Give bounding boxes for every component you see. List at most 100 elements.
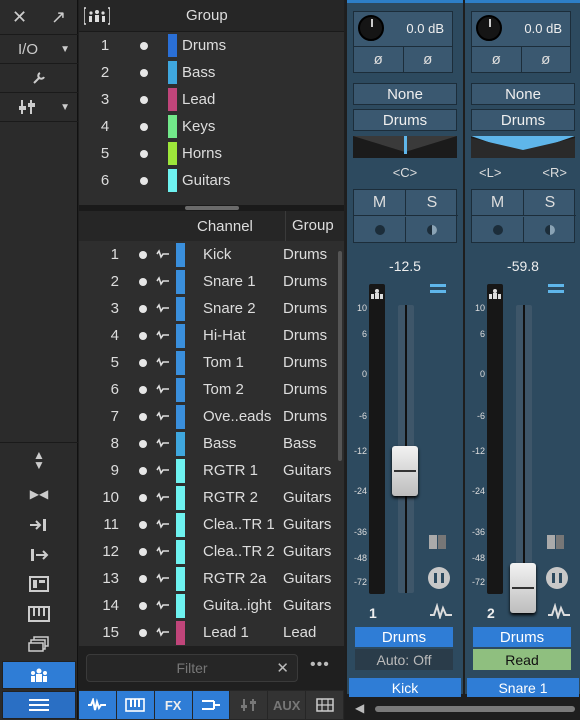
- solo-button[interactable]: S: [524, 190, 576, 216]
- channel-row[interactable]: 1 Kick Drums: [79, 241, 344, 268]
- monitor-icon[interactable]: [156, 382, 170, 397]
- group-row[interactable]: 1 Drums: [79, 32, 344, 59]
- monitor-icon[interactable]: [156, 274, 170, 289]
- expand-collapse-icon[interactable]: ▲ ▼: [0, 446, 78, 474]
- automation-mode-button[interactable]: Auto: Off: [355, 649, 453, 670]
- phase-invert-left-button[interactable]: ø: [472, 47, 521, 72]
- visibility-dot-icon[interactable]: [139, 520, 147, 529]
- automation-mode-button[interactable]: Read: [473, 649, 571, 670]
- fader-mode-icon[interactable]: [548, 283, 564, 295]
- waveform-icon[interactable]: [429, 603, 453, 619]
- visibility-dot-icon[interactable]: [139, 601, 147, 610]
- fader-mode-icon[interactable]: [430, 283, 446, 295]
- group-row[interactable]: 3 Lead: [79, 86, 344, 113]
- group-row[interactable]: 6 Guitars: [79, 167, 344, 194]
- fx-button[interactable]: FX: [154, 691, 192, 719]
- input-selector[interactable]: None: [471, 83, 575, 105]
- monitor-icon[interactable]: [156, 328, 170, 343]
- volume-fader[interactable]: [510, 562, 536, 613]
- monitor-toggle-icon[interactable]: [406, 217, 458, 243]
- collapse-horizontal-icon[interactable]: ▶◀: [0, 480, 78, 508]
- group-row[interactable]: 2 Bass: [79, 59, 344, 86]
- record-arm-icon[interactable]: [354, 217, 406, 243]
- visibility-dot-icon[interactable]: [140, 68, 148, 77]
- waveform-icon[interactable]: [547, 603, 571, 619]
- visibility-dot-icon[interactable]: [140, 95, 148, 104]
- pan-mode-icon[interactable]: [427, 566, 451, 590]
- more-options-button[interactable]: •••: [310, 656, 330, 674]
- input-mode-icon[interactable]: [547, 534, 565, 550]
- waveform-button[interactable]: [79, 691, 116, 719]
- visibility-dot-icon[interactable]: [139, 385, 147, 394]
- group-list-icon[interactable]: [79, 6, 115, 25]
- channel-row[interactable]: 7 Ove..eads Drums: [79, 403, 344, 430]
- channel-column-title[interactable]: Channel: [197, 218, 285, 235]
- close-icon[interactable]: ✕: [0, 2, 39, 32]
- monitor-icon[interactable]: [156, 301, 170, 316]
- monitor-icon[interactable]: [156, 463, 170, 478]
- scroll-left-icon[interactable]: ◀: [355, 701, 364, 715]
- visibility-dot-icon[interactable]: [140, 122, 148, 131]
- visibility-dot-icon[interactable]: [140, 149, 148, 158]
- visibility-dot-icon[interactable]: [139, 358, 147, 367]
- grid-button[interactable]: [306, 691, 344, 719]
- monitor-icon[interactable]: [156, 247, 170, 262]
- record-arm-icon[interactable]: [472, 217, 524, 243]
- monitor-icon[interactable]: [156, 598, 170, 613]
- input-selector[interactable]: None: [353, 83, 457, 105]
- splitter-grip[interactable]: [185, 206, 239, 210]
- visibility-dot-icon[interactable]: [139, 304, 147, 313]
- input-mode-icon[interactable]: [429, 534, 447, 550]
- visibility-dot-icon[interactable]: [140, 41, 148, 50]
- phase-invert-left-button[interactable]: ø: [354, 47, 403, 72]
- monitor-icon[interactable]: [156, 436, 170, 451]
- channel-row[interactable]: 4 Hi-Hat Drums: [79, 322, 344, 349]
- visibility-dot-icon[interactable]: [139, 493, 147, 502]
- gain-knob[interactable]: [476, 15, 502, 41]
- panel-icon[interactable]: [0, 570, 78, 598]
- channel-name-label[interactable]: Snare 1: [467, 678, 579, 697]
- channel-row[interactable]: 6 Tom 2 Drums: [79, 376, 344, 403]
- channel-row[interactable]: 11 Clea..TR 1 Guitars: [79, 511, 344, 538]
- channel-row[interactable]: 14 Guita..ight Guitars: [79, 592, 344, 619]
- monitor-icon[interactable]: [156, 544, 170, 559]
- channel-row[interactable]: 8 Bass Bass: [79, 430, 344, 457]
- visibility-dot-icon[interactable]: [139, 277, 147, 286]
- output-selector[interactable]: Drums: [353, 109, 457, 131]
- channel-row[interactable]: 3 Snare 2 Drums: [79, 295, 344, 322]
- monitor-icon[interactable]: [156, 571, 170, 586]
- visibility-dot-icon[interactable]: [139, 466, 147, 475]
- monitor-toggle-icon[interactable]: [524, 217, 576, 243]
- group-badge[interactable]: Drums: [473, 627, 571, 647]
- input-output-button[interactable]: [192, 691, 230, 719]
- visibility-dot-icon[interactable]: [139, 331, 147, 340]
- channel-row[interactable]: 2 Snare 1 Drums: [79, 268, 344, 295]
- channel-name-label[interactable]: Kick: [349, 678, 461, 697]
- visibility-dot-icon[interactable]: [139, 574, 147, 583]
- filter-input[interactable]: Filter ✕: [86, 654, 298, 682]
- monitor-icon[interactable]: [156, 355, 170, 370]
- phase-invert-right-button[interactable]: ø: [520, 47, 571, 72]
- mute-button[interactable]: M: [472, 190, 524, 216]
- visibility-dot-icon[interactable]: [139, 412, 147, 421]
- solo-button[interactable]: S: [406, 190, 458, 216]
- aux-button[interactable]: AUX: [268, 691, 306, 719]
- pan-control[interactable]: [353, 136, 457, 158]
- group-row[interactable]: 5 Horns: [79, 140, 344, 167]
- monitor-icon[interactable]: [156, 625, 170, 640]
- visibility-dot-icon[interactable]: [139, 547, 147, 556]
- channel-row[interactable]: 12 Clea..TR 2 Guitars: [79, 538, 344, 565]
- insert-fader-button[interactable]: ▼: [0, 93, 78, 121]
- banks-icon[interactable]: [0, 630, 78, 658]
- phase-invert-right-button[interactable]: ø: [402, 47, 453, 72]
- monitor-icon[interactable]: [156, 409, 170, 424]
- scroll-thumb[interactable]: [375, 706, 575, 712]
- monitor-icon[interactable]: [156, 517, 170, 532]
- input-icon[interactable]: [0, 511, 78, 539]
- visibility-dot-icon[interactable]: [139, 250, 147, 259]
- sends-button[interactable]: [230, 691, 268, 719]
- channel-scrollbar[interactable]: [338, 251, 342, 461]
- visibility-dot-icon[interactable]: [139, 439, 147, 448]
- menu-button[interactable]: [2, 691, 76, 719]
- group-badge[interactable]: Drums: [355, 627, 453, 647]
